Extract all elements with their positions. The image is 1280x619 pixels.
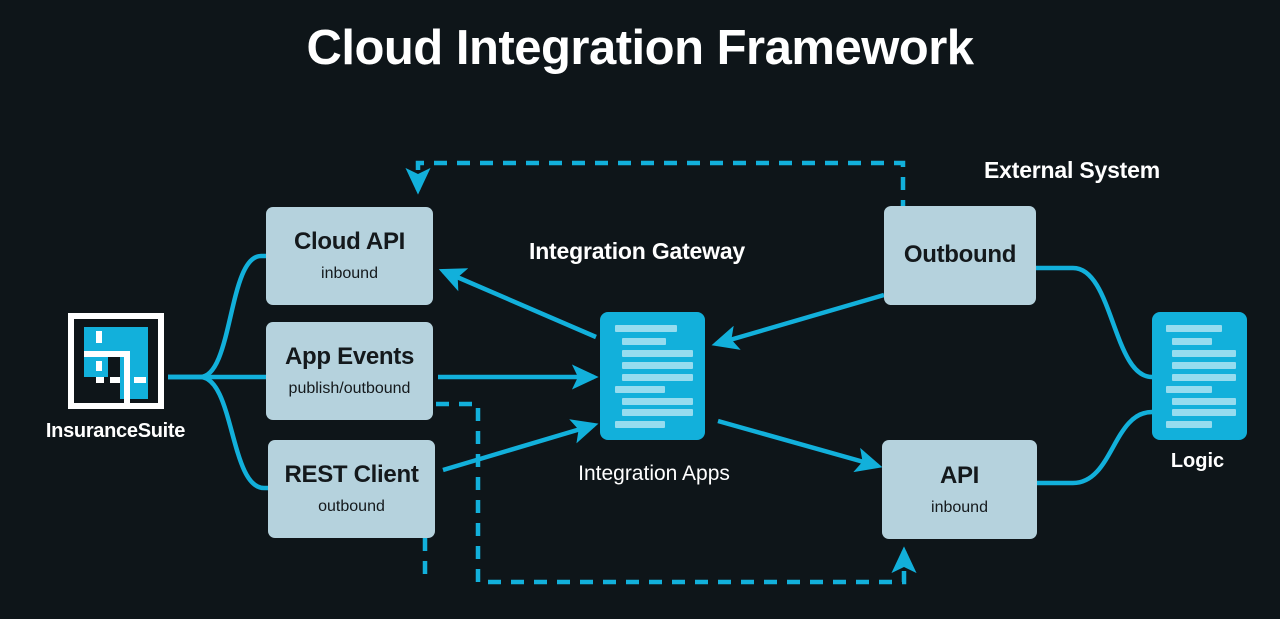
box-app-events[interactable]: App Events publish/outbound	[266, 322, 433, 420]
box-cloud-api-subtitle: inbound	[321, 265, 378, 283]
integration-apps-label: Integration Apps	[578, 462, 730, 485]
box-cloud-api-title: Cloud API	[293, 228, 406, 255]
box-cloud-api[interactable]: Cloud API inbound	[266, 207, 433, 305]
dashed-outbound-to-cloud-api	[405, 160, 906, 213]
box-outbound-title: Outbound	[903, 241, 1017, 269]
insurancesuite-node: InsuranceSuite	[33, 313, 198, 443]
integration-apps-document-icon	[600, 312, 705, 440]
insurancesuite-label: InsuranceSuite	[45, 420, 186, 442]
box-api-subtitle: inbound	[931, 498, 988, 516]
logic-document-icon	[1152, 312, 1247, 440]
node-integration-apps[interactable]: Integration Apps	[564, 312, 744, 502]
box-outbound[interactable]: Outbound	[884, 206, 1036, 305]
heading-external-system: External System	[984, 157, 1160, 183]
insurancesuite-logo-icon	[67, 313, 164, 409]
box-rest-client-title: REST Client	[284, 461, 419, 488]
diagram-canvas: Cloud Integration Framework InsuranceSui…	[0, 0, 1280, 619]
box-api-title: API	[939, 461, 980, 489]
box-app-events-subtitle: publish/outbound	[288, 380, 411, 398]
box-api[interactable]: API inbound	[882, 440, 1037, 539]
node-logic[interactable]: Logic	[1110, 312, 1280, 502]
heading-integration-gateway: Integration Gateway	[529, 238, 746, 264]
connector-layer	[168, 160, 1153, 585]
box-rest-client[interactable]: REST Client outbound	[268, 440, 435, 538]
box-rest-client-subtitle: outbound	[318, 498, 385, 516]
logic-label: Logic	[1170, 450, 1225, 472]
box-app-events-title: App Events	[284, 343, 415, 370]
